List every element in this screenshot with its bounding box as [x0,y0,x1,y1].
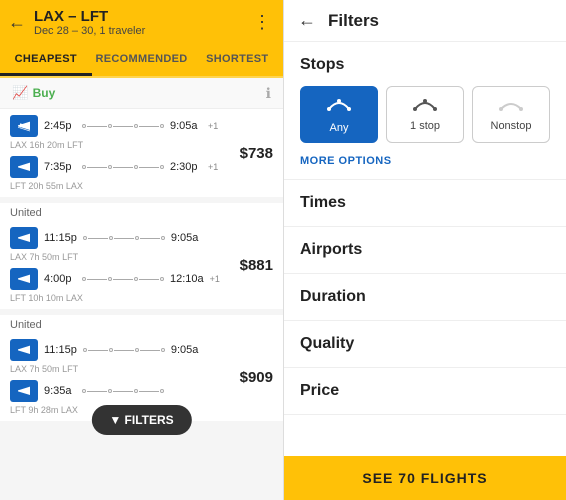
info-icon[interactable]: ℹ [266,85,271,102]
right-panel: ← Filters Stops Any [283,0,566,500]
advice-action: Buy [33,86,56,100]
return-duration-1: LFT 20h 55m LAX [10,181,240,191]
airports-title: Airports [300,241,550,259]
advice-bar: 📈 Buy ℹ [0,78,283,109]
duration-2: LAX 7h 50m LFT [10,252,240,262]
stop-nonstop-button[interactable]: Nonstop [472,86,550,143]
tab-bar: CHEAPEST RECOMMENDED SHORTEST [0,45,283,78]
airline-icon-2b [10,268,38,290]
price-section[interactable]: Price [284,368,566,415]
flight-return-2: 4:00p 12:10a +1 [10,268,240,290]
duration-title: Duration [300,288,550,306]
more-options-link[interactable]: MORE OPTIONS [300,155,392,167]
any-label: Any [330,122,349,134]
filters-back-button[interactable]: ← [298,10,316,31]
flight-outbound-3: 11:15p 9:05a [10,339,240,361]
return-arrive-1: 2:30p [170,161,202,173]
filters-content: Stops Any [284,42,566,456]
airports-section[interactable]: Airports [284,227,566,274]
airline-icon-1 [10,115,38,137]
left-panel: ← LAX – LFT Dec 28 – 30, 1 traveler ⋮ CH… [0,0,283,500]
duration-1: LAX 16h 20m LFT [10,140,240,150]
flight-outbound-1: 2:45p 9:05a +1 [10,115,240,137]
filter-btn-wrapper: ▼ FILTERS [0,427,283,447]
price-2: $881 [240,257,273,274]
back-button[interactable]: ← [8,12,26,33]
stops-buttons: Any 1 stop [300,86,550,143]
arrive-time-3: 9:05a [171,344,203,356]
one-stop-label: 1 stop [410,120,440,132]
return-depart-2: 4:00p [44,273,76,285]
route-graphic-3b [82,389,164,393]
price-1: $738 [240,145,273,162]
flights-detail-1: 2:45p 9:05a +1 LAX 16h 20m LFT [10,115,240,191]
arrive-time-1: 9:05a [170,120,202,132]
tab-recommended[interactable]: RECOMMENDED [92,45,192,76]
airline-icon-2 [10,227,38,249]
nonstop-label: Nonstop [491,120,532,132]
stops-section: Stops Any [284,42,566,180]
route-graphic-3 [83,348,165,352]
duration-3: LAX 7h 50m LFT [10,364,240,374]
route-graphic-2 [83,236,165,240]
return-depart-1: 7:35p [44,161,76,173]
airline-label-3: United [0,315,283,333]
flights-detail-3: 11:15p 9:05a LAX 7h 50m LFT [10,339,240,415]
quality-section[interactable]: Quality [284,321,566,368]
route-graphic-1b [82,165,164,169]
duration-section[interactable]: Duration [284,274,566,321]
plus-tag-1: +1 [208,121,218,131]
price-3: $909 [240,369,273,386]
flight-card-1[interactable]: 2:45p 9:05a +1 LAX 16h 20m LFT [0,109,283,197]
route-graphic-2b [82,277,164,281]
stops-title: Stops [300,56,550,74]
route-title: LAX – LFT [34,8,145,25]
more-options-icon[interactable]: ⋮ [253,12,271,33]
advice-text: Buy [33,86,56,100]
one-stop-icon [411,95,439,116]
return-depart-3: 9:35a [44,385,76,397]
flight-return-1: 7:35p 2:30p +1 [10,156,240,178]
return-arrive-2: 12:10a [170,273,204,285]
nonstop-icon [497,95,525,116]
tab-shortest[interactable]: SHORTEST [191,45,283,76]
price-title: Price [300,382,550,400]
airline-icon-3 [10,339,38,361]
arrive-time-2: 9:05a [171,232,203,244]
return-duration-2: LFT 10h 10m LAX [10,293,240,303]
filters-button[interactable]: ▼ FILTERS [91,405,191,435]
flight-list: 2:45p 9:05a +1 LAX 16h 20m LFT [0,109,283,500]
tab-cheapest[interactable]: CHEAPEST [0,45,92,76]
depart-time-1: 2:45p [44,120,76,132]
flight-group-1[interactable]: 2:45p 9:05a +1 LAX 16h 20m LFT [0,109,283,197]
header-title: LAX – LFT Dec 28 – 30, 1 traveler [34,8,145,37]
depart-time-3: 11:15p [44,344,77,356]
left-header: ← LAX – LFT Dec 28 – 30, 1 traveler ⋮ [0,0,283,45]
advice-content: 📈 Buy [12,84,55,102]
filters-title: Filters [328,11,379,31]
flight-return-3: 9:35a [10,380,240,402]
left-header-left: ← LAX – LFT Dec 28 – 30, 1 traveler [8,8,145,37]
times-title: Times [300,194,550,212]
airline-label-2: United [0,203,283,221]
airline-icon-3b [10,380,38,402]
route-graphic-1 [82,124,164,128]
stop-1stop-button[interactable]: 1 stop [386,86,464,143]
return-plus-2: +1 [210,274,220,284]
flight-group-2[interactable]: United 11:15p 9:05a LAX [0,203,283,309]
route-subtitle: Dec 28 – 30, 1 traveler [34,25,145,37]
times-section[interactable]: Times [284,180,566,227]
right-header: ← Filters [284,0,566,42]
advice-icon: 📈 [12,85,28,100]
any-icon [325,95,353,118]
flight-outbound-2: 11:15p 9:05a [10,227,240,249]
stop-any-button[interactable]: Any [300,86,378,143]
airline-icon-1b [10,156,38,178]
flights-detail-2: 11:15p 9:05a LAX 7h 50m LFT [10,227,240,303]
return-plus-1: +1 [208,162,218,172]
flight-card-2[interactable]: 11:15p 9:05a LAX 7h 50m LFT [0,221,283,309]
see-flights-button[interactable]: SEE 70 FLIGHTS [284,456,566,500]
quality-title: Quality [300,335,550,353]
depart-time-2: 11:15p [44,232,77,244]
